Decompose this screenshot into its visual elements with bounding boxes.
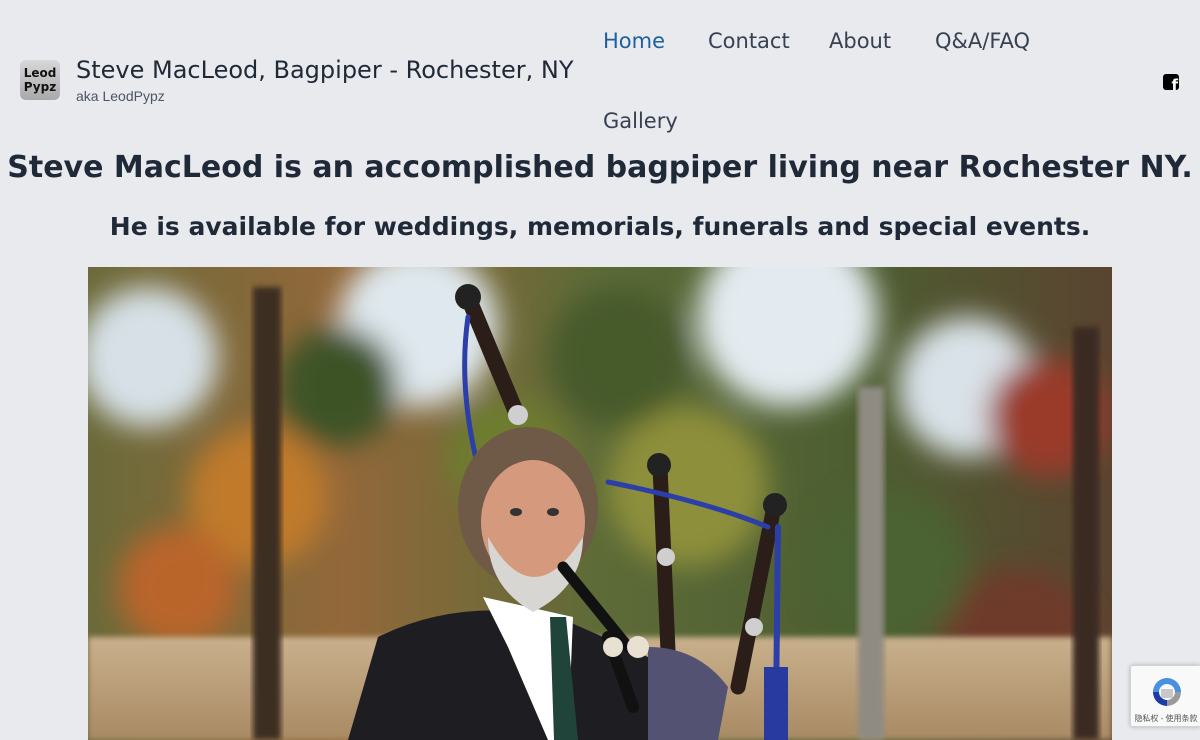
nav-item-home[interactable]: Home <box>603 29 665 53</box>
recaptcha-footer-links[interactable]: 隐私权 - 使用条款 <box>1131 713 1200 724</box>
site-tagline: aka LeodPypz <box>76 88 165 104</box>
logo-line-1: Leod <box>23 66 57 80</box>
bagpiper-photo <box>88 267 1112 740</box>
site-title[interactable]: Steve MacLeod, Bagpiper - Rochester, NY <box>76 56 573 84</box>
nav-item-gallery[interactable]: Gallery <box>603 109 678 133</box>
page-subheadline: He is available for weddings, memorials,… <box>109 212 1091 241</box>
page-headline: Steve MacLeod is an accomplished bagpipe… <box>7 150 1193 185</box>
page: Leod Pypz Steve MacLeod, Bagpiper - Roch… <box>0 0 1200 740</box>
facebook-icon[interactable]: f <box>1163 74 1179 90</box>
logo-line-2: Pypz <box>23 80 57 94</box>
recaptcha-badge[interactable]: 隐私权 - 使用条款 <box>1130 665 1200 727</box>
recaptcha-icon <box>1153 678 1181 706</box>
nav-item-contact[interactable]: Contact <box>708 29 790 53</box>
photo-of-bagpiper-icon <box>88 267 1112 740</box>
nav-item-about[interactable]: About <box>829 29 891 53</box>
nav-item-faq[interactable]: Q&A/FAQ <box>935 29 1030 53</box>
site-logo[interactable]: Leod Pypz <box>20 60 60 100</box>
